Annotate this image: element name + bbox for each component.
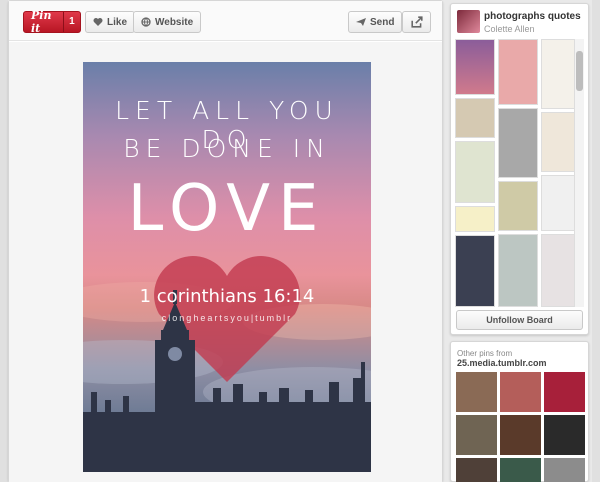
website-button[interactable]: Website <box>133 11 202 33</box>
other-pin-thumbnail[interactable] <box>544 372 585 412</box>
other-pin-thumbnail[interactable] <box>456 415 497 455</box>
other-pin-thumbnail[interactable] <box>500 372 541 412</box>
other-pin-thumbnail[interactable] <box>544 458 585 482</box>
share-icon <box>410 16 423 28</box>
website-label: Website <box>155 16 194 28</box>
pin-image-area: LET ALL YOU DO BE DONE IN LOVE 1 corinth… <box>9 42 442 482</box>
pin-image[interactable]: LET ALL YOU DO BE DONE IN LOVE 1 corinth… <box>83 62 371 472</box>
globe-icon <box>141 17 151 27</box>
other-pin-thumbnail[interactable] <box>544 415 585 455</box>
other-pin-thumbnail[interactable] <box>456 458 497 482</box>
board-pin-thumbnail[interactable] <box>455 206 495 232</box>
send-icon <box>356 18 366 26</box>
board-pin-thumbnail[interactable] <box>455 235 495 307</box>
board-pin-thumbnail[interactable] <box>455 141 495 203</box>
other-pins-panel: Other pins from 25.media.tumblr.com <box>450 341 589 482</box>
board-pin-thumbnail[interactable] <box>541 175 576 231</box>
board-pin-thumbnail[interactable] <box>455 98 495 138</box>
board-scrollbar[interactable] <box>574 39 584 307</box>
board-avatar[interactable] <box>457 10 480 33</box>
quote-line-2: BE DONE IN <box>123 134 331 163</box>
send-label: Send <box>370 16 395 28</box>
board-pin-thumbnail[interactable] <box>498 39 538 105</box>
board-pin-thumbnail[interactable] <box>498 181 538 231</box>
like-label: Like <box>107 16 128 28</box>
board-pin-thumbnail[interactable] <box>498 234 538 307</box>
pin-it-label: Pin it <box>31 9 52 35</box>
other-pin-thumbnail[interactable] <box>500 415 541 455</box>
board-scrollbar-thumb[interactable] <box>576 51 583 91</box>
other-pin-thumbnail[interactable] <box>456 372 497 412</box>
other-pins-source[interactable]: 25.media.tumblr.com <box>457 358 547 368</box>
board-owner[interactable]: Colette Allen <box>484 24 535 34</box>
bible-verse: 1 corinthians 16:14 <box>139 286 315 307</box>
board-pin-thumbnail[interactable] <box>541 39 576 109</box>
board-thumbnails <box>455 39 586 307</box>
unfollow-board-button[interactable]: Unfollow Board <box>456 310 583 330</box>
quote-line-3: LOVE <box>127 172 327 246</box>
send-button[interactable]: Send <box>348 11 403 33</box>
board-pin-thumbnail[interactable] <box>455 39 495 95</box>
pin-it-button[interactable]: Pin it 1 <box>23 9 81 35</box>
pin-it-count: 1 <box>62 12 80 32</box>
other-pin-thumbnail[interactable] <box>500 458 541 482</box>
board-title[interactable]: photographs quotes <box>484 11 581 22</box>
board-pin-thumbnail[interactable] <box>541 112 576 172</box>
pin-card: Pin it 1 Like Website Send LET ALL YOU D… <box>8 0 443 482</box>
share-button[interactable] <box>402 11 431 33</box>
background-page-left <box>0 0 8 482</box>
board-pin-thumbnail[interactable] <box>541 234 576 307</box>
pin-toolbar: Pin it 1 Like Website Send <box>9 1 442 41</box>
other-pins-label: Other pins from <box>457 349 513 358</box>
board-panel: photographs quotes Colette Allen Unfollo… <box>450 3 589 335</box>
like-button[interactable]: Like <box>85 11 136 33</box>
board-pin-thumbnail[interactable] <box>498 108 538 178</box>
background-page-right <box>592 0 600 482</box>
image-credit: clongheartsyou|tumblr <box>161 313 293 323</box>
heart-icon <box>93 18 103 26</box>
